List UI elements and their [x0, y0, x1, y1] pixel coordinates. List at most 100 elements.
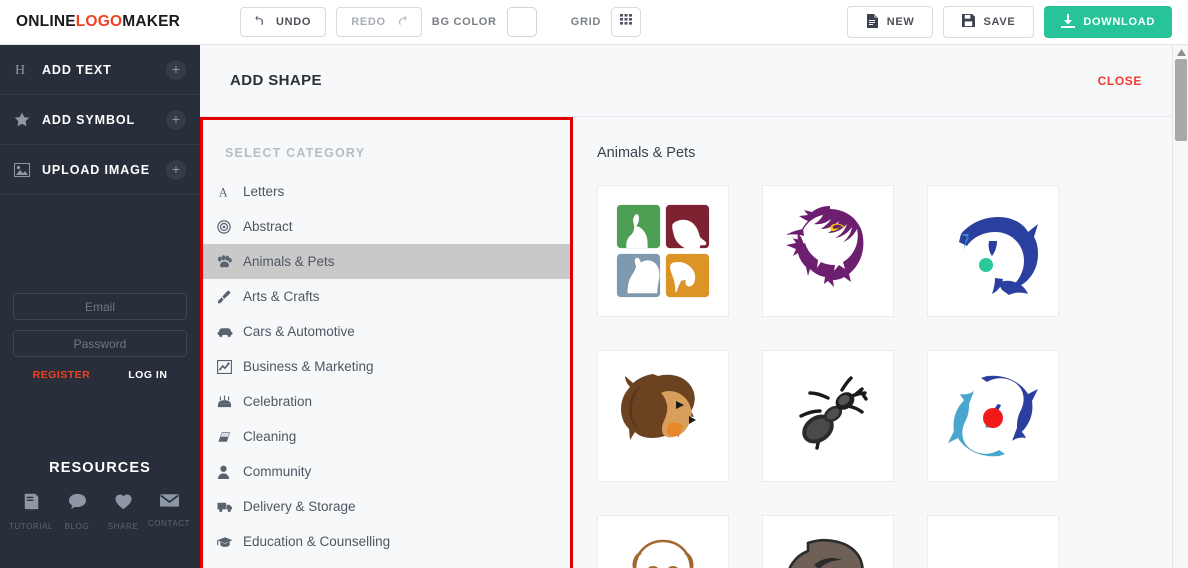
logo-text-logo: LOGO: [75, 13, 123, 30]
category-header: SELECT CATEGORY: [225, 146, 366, 160]
dolphin-jumping-icon: [959, 217, 1038, 295]
shape-tile-elephant-logo[interactable]: [762, 515, 894, 568]
undo-button[interactable]: UNDO: [240, 7, 327, 37]
left-sidebar: H ADD TEXT + ADD SYMBOL + UPLOAD IMAGE +…: [0, 45, 200, 568]
person-icon: [217, 465, 241, 479]
password-field[interactable]: [13, 330, 187, 357]
category-label-cars-automotive: Cars & Automotive: [243, 324, 355, 339]
dog-outline-icon: [632, 539, 694, 568]
save-label: SAVE: [983, 16, 1016, 28]
redo-icon: [394, 14, 407, 30]
resource-contact[interactable]: CONTACT: [146, 492, 192, 531]
category-label-community: Community: [243, 464, 312, 479]
login-link[interactable]: LOG IN: [128, 369, 167, 381]
add-symbol-plus-button[interactable]: +: [166, 109, 186, 130]
heart-icon: [114, 492, 133, 516]
bg-color-swatch[interactable]: [506, 7, 537, 37]
star-icon: [14, 112, 36, 128]
shape-tile-dolphin-jumping-logo[interactable]: [927, 185, 1059, 317]
redo-button[interactable]: REDO: [336, 7, 422, 37]
sidebar-label-upload-image: UPLOAD IMAGE: [42, 162, 151, 177]
target-circle-icon: [217, 219, 241, 234]
download-icon: [1061, 13, 1076, 31]
shape-tile-dog-outline-logo[interactable]: [597, 515, 729, 568]
sidebar-item-upload-image[interactable]: UPLOAD IMAGE +: [0, 145, 200, 195]
save-button[interactable]: SAVE: [943, 6, 1035, 38]
resource-label-share: SHARE: [107, 522, 139, 531]
add-shape-panel: ADD SHAPE CLOSE SELECT CATEGORY A Letter…: [200, 45, 1172, 568]
logo-text-maker: MAKER: [122, 13, 181, 30]
comment-icon: [68, 492, 87, 516]
category-label-delivery-storage: Delivery & Storage: [243, 499, 356, 514]
toolbar-right-group: NEW SAVE DOWNLOAD: [846, 6, 1172, 38]
resource-blog[interactable]: BLOG: [54, 492, 100, 531]
scroll-up-arrow-icon[interactable]: [1173, 45, 1188, 59]
grid-toggle-button[interactable]: [611, 7, 641, 37]
category-item-celebration[interactable]: Celebration: [203, 384, 570, 419]
shape-tile-eagle-head-logo[interactable]: [762, 185, 894, 317]
category-item-delivery-storage[interactable]: Delivery & Storage: [203, 489, 570, 524]
new-button[interactable]: NEW: [846, 6, 934, 38]
toolbar-left-group: UNDO REDO BG COLOR GRID: [240, 7, 641, 37]
category-item-community[interactable]: Community: [203, 454, 570, 489]
ant-icon: [799, 376, 868, 450]
app-logo[interactable]: ONLINELOGOMAKER: [0, 13, 200, 31]
envelope-icon: [159, 492, 179, 513]
category-label-abstract: Abstract: [243, 219, 293, 234]
shape-tile-bird-logo[interactable]: [927, 515, 1059, 568]
auth-links: REGISTER LOG IN: [13, 369, 187, 381]
page-scrollbar[interactable]: [1172, 45, 1188, 568]
twin-dolphins-circle-icon: [948, 375, 1038, 457]
email-field[interactable]: [13, 293, 187, 320]
add-text-plus-button[interactable]: +: [166, 59, 186, 80]
shapes-panel: Animals & Pets: [573, 117, 1172, 568]
grid-label: GRID: [570, 16, 601, 28]
truck-icon: [217, 501, 241, 513]
category-label-arts-crafts: Arts & Crafts: [243, 289, 320, 304]
panel-title: ADD SHAPE: [230, 72, 322, 89]
grid-icon: [619, 12, 634, 32]
resource-share[interactable]: SHARE: [100, 492, 146, 531]
new-label: NEW: [886, 16, 915, 28]
resources-section: RESOURCES TUTORIAL BLOG SHARE CONTACT: [0, 460, 200, 531]
top-toolbar: ONLINELOGOMAKER UNDO REDO BG COLOR GRID: [0, 0, 1188, 45]
logo-text-online: ONLINE: [16, 13, 76, 30]
resource-tutorial[interactable]: TUTORIAL: [8, 492, 54, 531]
category-item-arts-crafts[interactable]: Arts & Crafts: [203, 279, 570, 314]
scrollbar-thumb[interactable]: [1175, 59, 1187, 141]
shape-tile-ant-logo[interactable]: [762, 350, 894, 482]
close-button[interactable]: CLOSE: [1098, 74, 1142, 88]
category-item-animals-pets[interactable]: Animals & Pets: [203, 244, 570, 279]
category-item-business-marketing[interactable]: Business & Marketing: [203, 349, 570, 384]
car-icon: [217, 326, 241, 338]
register-link[interactable]: REGISTER: [33, 369, 91, 381]
shape-tile-four-animal-squares-logo[interactable]: [597, 185, 729, 317]
category-item-education-counselling[interactable]: Education & Counselling: [203, 524, 570, 559]
sidebar-item-add-symbol[interactable]: ADD SYMBOL +: [0, 95, 200, 145]
bg-color-label: BG COLOR: [431, 16, 497, 28]
category-item-cars-automotive[interactable]: Cars & Automotive: [203, 314, 570, 349]
shapes-grid: [597, 185, 1172, 568]
category-item-letters[interactable]: A Letters: [203, 174, 570, 209]
shapes-header: Animals & Pets: [597, 145, 696, 161]
eraser-icon: [217, 431, 241, 443]
resources-icon-row: TUTORIAL BLOG SHARE CONTACT: [0, 492, 200, 531]
shape-tile-lion-head-logo[interactable]: [597, 350, 729, 482]
category-label-business-marketing: Business & Marketing: [243, 359, 374, 374]
panel-header: ADD SHAPE CLOSE: [200, 45, 1172, 117]
upload-image-plus-button[interactable]: +: [166, 159, 186, 180]
category-label-celebration: Celebration: [243, 394, 313, 409]
four-animal-squares-icon: [616, 204, 710, 298]
category-item-cleaning[interactable]: Cleaning: [203, 419, 570, 454]
download-button[interactable]: DOWNLOAD: [1044, 6, 1172, 38]
category-label-letters: Letters: [243, 184, 285, 199]
undo-label: UNDO: [276, 16, 312, 28]
shape-tile-twin-dolphins-circle-logo[interactable]: [927, 350, 1059, 482]
cake-icon: [217, 395, 241, 409]
category-item-abstract[interactable]: Abstract: [203, 209, 570, 244]
sidebar-item-add-text[interactable]: H ADD TEXT +: [0, 45, 200, 95]
text-h-icon: H: [14, 62, 36, 77]
letter-a-icon: A: [217, 185, 241, 199]
resource-label-contact: CONTACT: [147, 519, 191, 528]
eagle-head-icon: [786, 206, 864, 287]
